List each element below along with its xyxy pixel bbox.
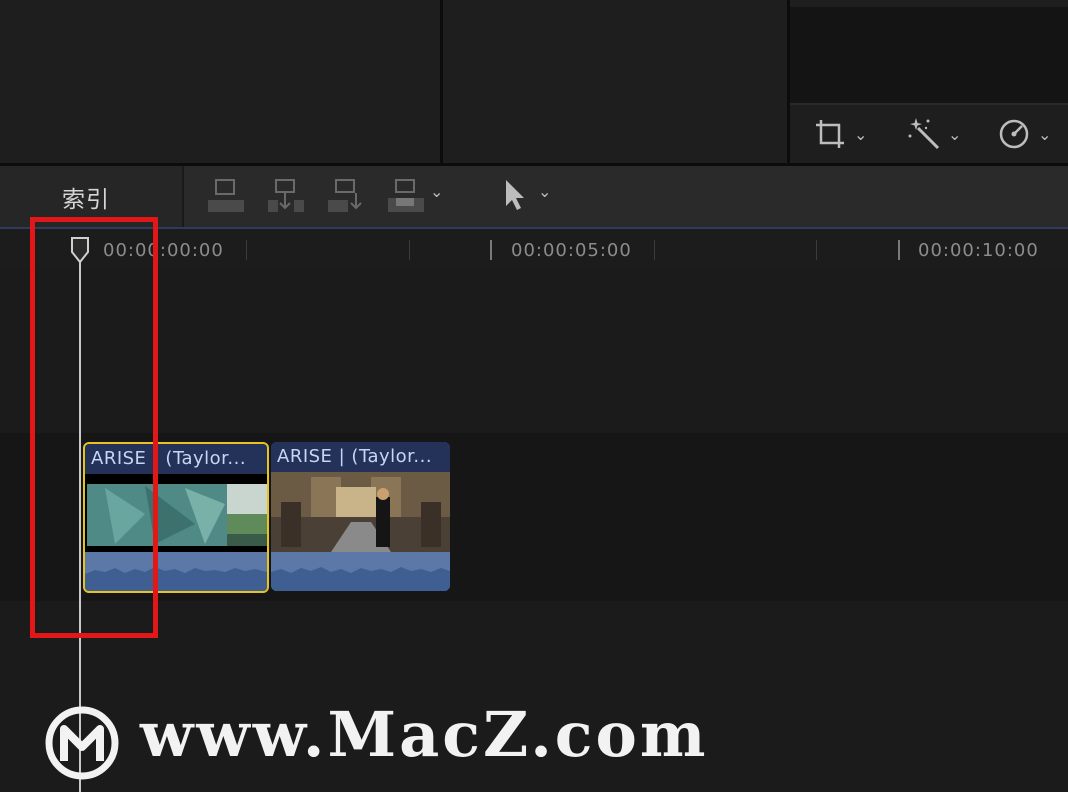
viewer-pane: [443, 0, 787, 163]
insert-clip-icon: [268, 179, 304, 212]
ruler-tick: [898, 240, 900, 260]
watermark-text: www.MacZ.com: [140, 698, 709, 771]
viewer-divider: [790, 103, 1068, 105]
timecode-label: 00:00:10:00: [918, 240, 1039, 261]
magic-wand-icon: [908, 118, 940, 150]
chevron-down-icon: ⌄: [1038, 124, 1052, 144]
audio-waveform: [271, 552, 450, 591]
append-clip-button[interactable]: [326, 178, 366, 214]
index-button-label[interactable]: 索引: [62, 180, 110, 214]
chevron-down-icon: ⌄: [854, 124, 868, 144]
clip-thumbnail: [271, 472, 450, 552]
connect-clip-button[interactable]: [206, 178, 246, 214]
speed-gauge-icon: [999, 119, 1029, 149]
enhance-menu-button[interactable]: ⌄: [906, 112, 961, 156]
append-clip-icon: [328, 179, 362, 212]
ruler-tick: [490, 240, 492, 260]
chevron-down-icon[interactable]: ⌄: [538, 182, 551, 201]
ruler-tick: [246, 240, 247, 260]
arrow-cursor-icon: [506, 180, 524, 210]
insert-clip-button[interactable]: [266, 178, 306, 214]
annotation-highlight-box: [30, 217, 158, 638]
clip-header: ARISE | (Taylor...: [271, 442, 450, 472]
timecode-label: 00:00:05:00: [511, 240, 632, 261]
viewer-canvas: [790, 7, 1068, 103]
timeline-clip[interactable]: ARISE | (Taylor...: [271, 442, 450, 591]
crop-menu-button[interactable]: ⌄: [812, 112, 867, 156]
overwrite-clip-button[interactable]: ⌄: [386, 178, 450, 214]
macz-logo-icon: [45, 706, 119, 780]
browser-pane: [0, 0, 440, 163]
connect-clip-icon: [208, 179, 244, 212]
clip-title: ARISE | (Taylor...: [277, 446, 433, 467]
select-tool-button[interactable]: ⌄: [500, 178, 560, 214]
overwrite-clip-icon: [388, 179, 424, 212]
chevron-down-icon[interactable]: ⌄: [430, 182, 443, 201]
ruler-tick: [654, 240, 655, 260]
chevron-down-icon: ⌄: [948, 124, 962, 144]
ruler-tick: [409, 240, 410, 260]
toolbar-divider: [182, 166, 184, 227]
ruler-tick: [816, 240, 817, 260]
crop-icon: [816, 120, 844, 148]
speed-menu-button[interactable]: ⌄: [996, 112, 1051, 156]
